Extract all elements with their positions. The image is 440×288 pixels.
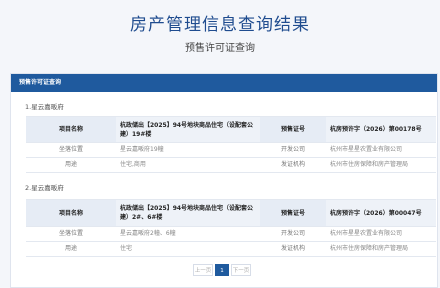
record-1-table: 项目名称 杭政储出【2025】94号地块商品住宅（设配套公建）19#楼 预售证号… [26, 116, 436, 173]
project-name-label: 项目名称 [26, 200, 116, 226]
panel-header: 预售许可证查询 [11, 74, 437, 92]
results-panel: 预售许可证查询 1.星云嘉畈府 项目名称 杭政储出【2025】94号地块商品住宅… [10, 73, 438, 288]
issuer-value: 杭州市住房保障和房产管理局 [330, 245, 409, 252]
developer-label: 开发公司 [280, 146, 305, 153]
location-value: 星云嘉畈府19幢 [120, 146, 164, 153]
usage-value: 住宅,商用 [120, 161, 146, 168]
record-2-location-row: 坐落位置 星云嘉畈府2幢、6幢 开发公司 杭州市星星农置业有限公司 [26, 226, 436, 242]
usage-label: 用途 [64, 245, 77, 252]
permit-no-label: 预售证号 [260, 117, 326, 142]
issuer-label: 发证机构 [280, 245, 305, 252]
issuer-label: 发证机构 [280, 161, 305, 168]
pagination: 上一页 1 下一页 [193, 264, 251, 276]
permit-no-value[interactable]: 杭房预许字（2026）第00178号 [326, 117, 440, 142]
record-1-usage-row: 用途 住宅,商用 发证机构 杭州市住房保障和房产管理局 [26, 157, 436, 173]
permit-no-value[interactable]: 杭房预许字（2026）第00047号 [326, 200, 440, 226]
developer-value: 杭州市星星农置业有限公司 [330, 230, 403, 237]
project-name-value[interactable]: 杭政储出【2025】94号地块商品住宅（设配套公建）19#楼 [116, 117, 260, 142]
usage-label: 用途 [64, 161, 77, 168]
record-1-label: 1.星云嘉畈府 [25, 103, 64, 111]
record-1-head-row: 项目名称 杭政储出【2025】94号地块商品住宅（设配套公建）19#楼 预售证号… [26, 117, 436, 143]
project-name-value[interactable]: 杭政储出【2025】94号地块商品住宅（设配套公建）2#、6#楼 [116, 200, 260, 226]
record-1-location-row: 坐落位置 星云嘉畈府19幢 开发公司 杭州市星星农置业有限公司 [26, 142, 436, 158]
record-2-head-row: 项目名称 杭政储出【2025】94号地块商品住宅（设配套公建）2#、6#楼 预售… [26, 200, 436, 227]
location-label: 坐落位置 [58, 146, 83, 153]
next-page-button[interactable]: 下一页 [231, 264, 251, 276]
permit-no-label: 预售证号 [260, 200, 326, 226]
record-2-label: 2.星云嘉畈府 [25, 184, 64, 192]
location-value: 星云嘉畈府2幢、6幢 [120, 230, 176, 237]
usage-value: 住宅 [120, 245, 133, 252]
record-2-table: 项目名称 杭政储出【2025】94号地块商品住宅（设配套公建）2#、6#楼 预售… [26, 199, 436, 257]
page-1-button[interactable]: 1 [215, 264, 229, 276]
project-name-label: 项目名称 [26, 117, 116, 142]
prev-page-button[interactable]: 上一页 [193, 264, 213, 276]
record-2-usage-row: 用途 住宅 发证机构 杭州市住房保障和房产管理局 [26, 241, 436, 257]
location-label: 坐落位置 [58, 230, 83, 237]
developer-label: 开发公司 [280, 230, 305, 237]
page-subtitle: 预售许可证查询 [185, 43, 255, 54]
issuer-value: 杭州市住房保障和房产管理局 [330, 161, 409, 168]
developer-value: 杭州市星星农置业有限公司 [330, 146, 403, 153]
page-title: 房产管理信息查询结果 [130, 15, 310, 35]
